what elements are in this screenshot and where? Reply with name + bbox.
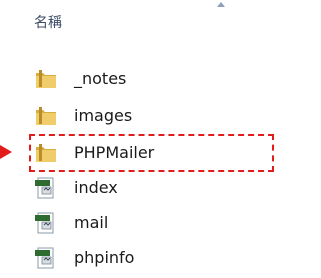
php-file-icon [34, 177, 58, 199]
pointer-arrow-icon [0, 145, 12, 159]
name-column-header[interactable]: 名稱 [34, 12, 62, 32]
folder-icon [34, 105, 58, 127]
php-file-icon [34, 212, 58, 234]
file-name: phpinfo [74, 248, 135, 267]
list-item-images[interactable]: images [34, 101, 274, 131]
file-name: _notes [74, 69, 127, 88]
folder-icon [34, 68, 58, 90]
list-item-index[interactable]: index [34, 173, 274, 203]
list-item-mail[interactable]: mail [34, 208, 274, 238]
highlight-box [29, 134, 274, 172]
php-file-icon [34, 247, 58, 269]
sort-ascending-icon[interactable] [217, 2, 225, 7]
file-name: mail [74, 213, 109, 232]
file-name: index [74, 178, 118, 197]
list-item-notes[interactable]: _notes [34, 64, 274, 94]
file-name: images [74, 106, 133, 125]
file-list-header: 名稱 [0, 0, 321, 50]
list-item-phpinfo[interactable]: phpinfo [34, 243, 274, 273]
